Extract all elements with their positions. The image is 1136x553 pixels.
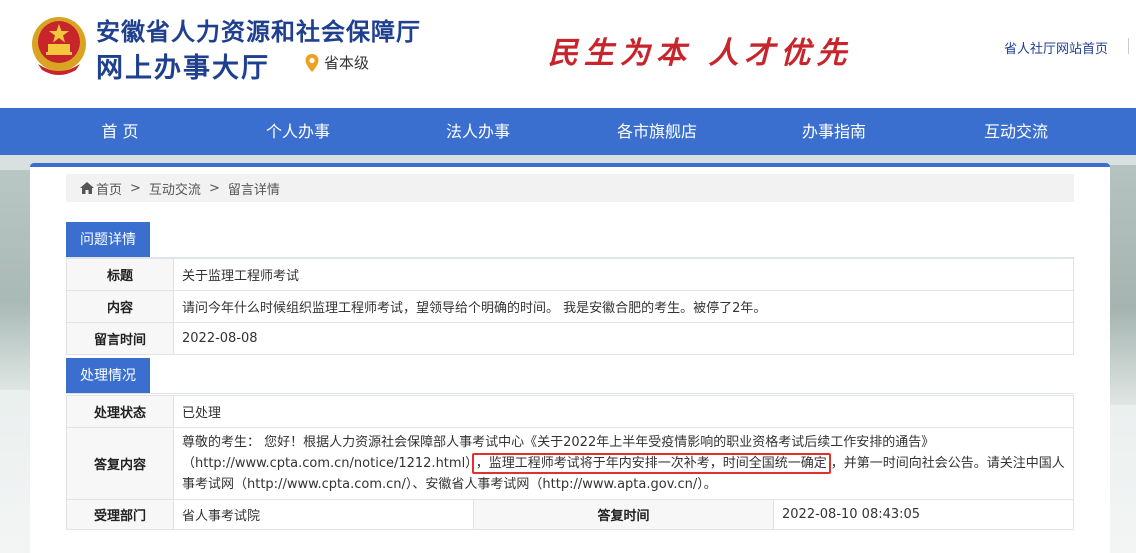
handling-table: 处理状态 已处理 答复内容 尊敬的考生： 您好！根据人力资源社会保障部人事考试中… — [66, 395, 1074, 530]
answer-content: 尊敬的考生： 您好！根据人力资源社会保障部人事考试中心《关于2022年上半年受疫… — [173, 427, 1074, 500]
answer-highlight: ，监理工程师考试将于年内安排一次补考，时间全国统一确定 — [471, 453, 831, 474]
question-section-tab: 问题详情 — [66, 222, 150, 258]
dept-home-link[interactable]: 省人社厅网站首页 — [1004, 38, 1108, 57]
table-row: 答复内容 尊敬的考生： 您好！根据人力资源社会保障部人事考试中心《关于2022年… — [66, 427, 1074, 500]
table-row: 标题 关于监理工程师考试 — [66, 258, 1074, 291]
site-header: 安徽省人力资源和社会保障厅 网上办事大厅 省本级 民生为本 人才优先 省人社厅网… — [0, 0, 1136, 108]
national-emblem-icon — [32, 17, 86, 75]
header-divider — [1128, 38, 1129, 54]
slogan: 民生为本 人才优先 — [548, 36, 853, 71]
handling-section-tab: 处理情况 — [66, 358, 150, 394]
nav-item-personal[interactable]: 个人办事 — [244, 108, 352, 155]
section-divider — [66, 393, 1074, 394]
location-pin-icon — [305, 53, 319, 72]
breadcrumb-current: 留言详情 — [227, 182, 280, 198]
question-table: 标题 关于监理工程师考试 内容 请问今年什么时候组织监理工程师考试，望领导给个明… — [66, 258, 1074, 355]
home-icon — [80, 182, 94, 194]
status-value: 已处理 — [173, 395, 1074, 428]
mountain-decoration-right — [1108, 165, 1136, 405]
nav-item-legal[interactable]: 法人办事 — [424, 108, 532, 155]
site-subtitle: 网上办事大厅 — [96, 53, 270, 84]
breadcrumb-separator: > — [208, 180, 220, 196]
message-time-value: 2022-08-08 — [173, 322, 1074, 355]
nav-item-home[interactable]: 首 页 — [66, 108, 174, 155]
table-row: 内容 请问今年什么时候组织监理工程师考试，望领导给个明确的时间。 我是安徽合肥的… — [66, 290, 1074, 323]
breadcrumb-separator: > — [130, 180, 141, 196]
nav-item-city-stores[interactable]: 各市旗舰店 — [598, 108, 716, 155]
nav-item-interaction[interactable]: 互动交流 — [962, 108, 1070, 155]
nav-item-guide[interactable]: 办事指南 — [780, 108, 888, 155]
table-row: 留言时间 2022-08-08 — [66, 322, 1074, 355]
title-value: 关于监理工程师考试 — [173, 258, 1074, 291]
breadcrumb-interaction[interactable]: 互动交流 — [149, 179, 201, 198]
table-row: 受理部门 省人事考试院 答复时间 2022-08-10 08:43:05 — [66, 499, 1074, 530]
status-label: 处理状态 — [66, 395, 174, 428]
dept-value: 省人事考试院 — [173, 499, 474, 530]
content-label: 内容 — [66, 290, 174, 323]
title-label: 标题 — [66, 258, 174, 291]
main-nav: 首 页 个人办事 法人办事 各市旗舰店 办事指南 互动交流 — [0, 108, 1136, 155]
content-value: 请问今年什么时候组织监理工程师考试，望领导给个明确的时间。 我是安徽合肥的考生。… — [173, 290, 1074, 323]
breadcrumb-home[interactable]: 首页 — [96, 179, 122, 198]
location-label: 省本级 — [324, 54, 370, 72]
dept-label: 受理部门 — [66, 499, 174, 530]
message-time-label: 留言时间 — [66, 322, 174, 355]
reply-time-label: 答复时间 — [473, 499, 774, 530]
site-title: 安徽省人力资源和社会保障厅 — [96, 18, 421, 46]
reply-time-value: 2022-08-10 08:43:05 — [773, 499, 1074, 530]
breadcrumb: 首页 > 互动交流 > 留言详情 — [66, 174, 1074, 202]
location-selector[interactable]: 省本级 — [304, 52, 369, 73]
answer-label: 答复内容 — [66, 427, 174, 500]
table-row: 处理状态 已处理 — [66, 395, 1074, 428]
